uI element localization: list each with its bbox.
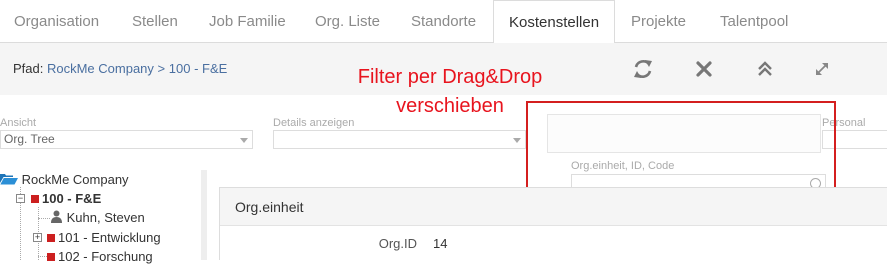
- tab-job-familie[interactable]: Job Familie: [209, 0, 286, 43]
- org-id-label: Org.ID: [378, 236, 417, 251]
- tree-connector: [38, 218, 50, 219]
- chevron-down-icon: [513, 138, 521, 143]
- tab-stellen[interactable]: Stellen: [132, 0, 178, 43]
- tab-kostenstellen[interactable]: Kostenstellen: [493, 0, 616, 44]
- tree-node-label: RockMe Company: [21, 172, 129, 187]
- chevron-down-icon: [240, 138, 248, 143]
- tab-bar: Organisation Stellen Job Familie Org. Li…: [0, 0, 887, 44]
- tree-node-label: 102 - Forschung: [58, 249, 153, 264]
- tree-node-100[interactable]: 100 - F&E: [31, 191, 101, 207]
- breadcrumb-separator: >: [157, 61, 166, 76]
- refresh-icon: [634, 60, 652, 78]
- org-unit-square-icon: [31, 195, 39, 203]
- clear-button[interactable]: [693, 58, 715, 80]
- breadcrumb-label: Pfad:: [13, 61, 44, 76]
- tree-node-label: 101 - Entwicklung: [58, 230, 161, 245]
- breadcrumb: Pfad: RockMe Company > 100 - F&E: [13, 61, 227, 76]
- expand-arrows-icon: [816, 63, 828, 75]
- tree-connector: [38, 256, 47, 257]
- detail-panel-title: Org.einheit: [235, 199, 304, 215]
- tree-node-label: Kuhn, Steven: [66, 210, 145, 225]
- collapse-toggle-icon[interactable]: −: [16, 194, 25, 203]
- org-id-value: 14: [433, 236, 448, 251]
- ansicht-select[interactable]: Org. Tree: [0, 130, 253, 149]
- person-icon: [51, 210, 62, 223]
- tree-node-label: 100 - F&E: [42, 191, 102, 206]
- details-select[interactable]: [273, 130, 526, 149]
- folder-open-icon: [0, 174, 19, 185]
- breadcrumb-root-link[interactable]: RockMe Company: [47, 61, 154, 76]
- annotation-highlight-box: [526, 101, 836, 200]
- annotation-line-1: Filter per Drag&Drop: [357, 66, 543, 88]
- breadcrumb-current-link[interactable]: 100 - F&E: [169, 61, 228, 76]
- fullscreen-button[interactable]: [811, 58, 833, 80]
- close-icon: [696, 61, 712, 77]
- tree-root-node[interactable]: RockMe Company: [0, 172, 129, 188]
- tab-talentpool[interactable]: Talentpool: [720, 0, 788, 43]
- org-unit-square-icon: [47, 234, 55, 242]
- ansicht-value: Org. Tree: [4, 132, 55, 146]
- split-pane-divider[interactable]: [201, 170, 207, 260]
- tab-standorte[interactable]: Standorte: [411, 0, 476, 43]
- ansicht-label: Ansicht: [0, 117, 37, 129]
- tab-projekte[interactable]: Projekte: [631, 0, 686, 43]
- tab-org-liste[interactable]: Org. Liste: [315, 0, 380, 43]
- details-label: Details anzeigen: [273, 117, 355, 129]
- tree-node-person[interactable]: Kuhn, Steven: [50, 210, 145, 226]
- detail-panel-header: Org.einheit: [220, 188, 887, 226]
- tree-node-101[interactable]: 101 - Entwicklung: [47, 230, 161, 246]
- tree-node-102[interactable]: 102 - Forschung: [47, 249, 153, 265]
- tab-organisation[interactable]: Organisation: [14, 0, 99, 43]
- refresh-button[interactable]: [632, 58, 654, 80]
- expand-toggle-icon[interactable]: +: [33, 233, 42, 242]
- collapse-up-icon: [758, 61, 772, 76]
- collapse-all-button[interactable]: [754, 58, 776, 80]
